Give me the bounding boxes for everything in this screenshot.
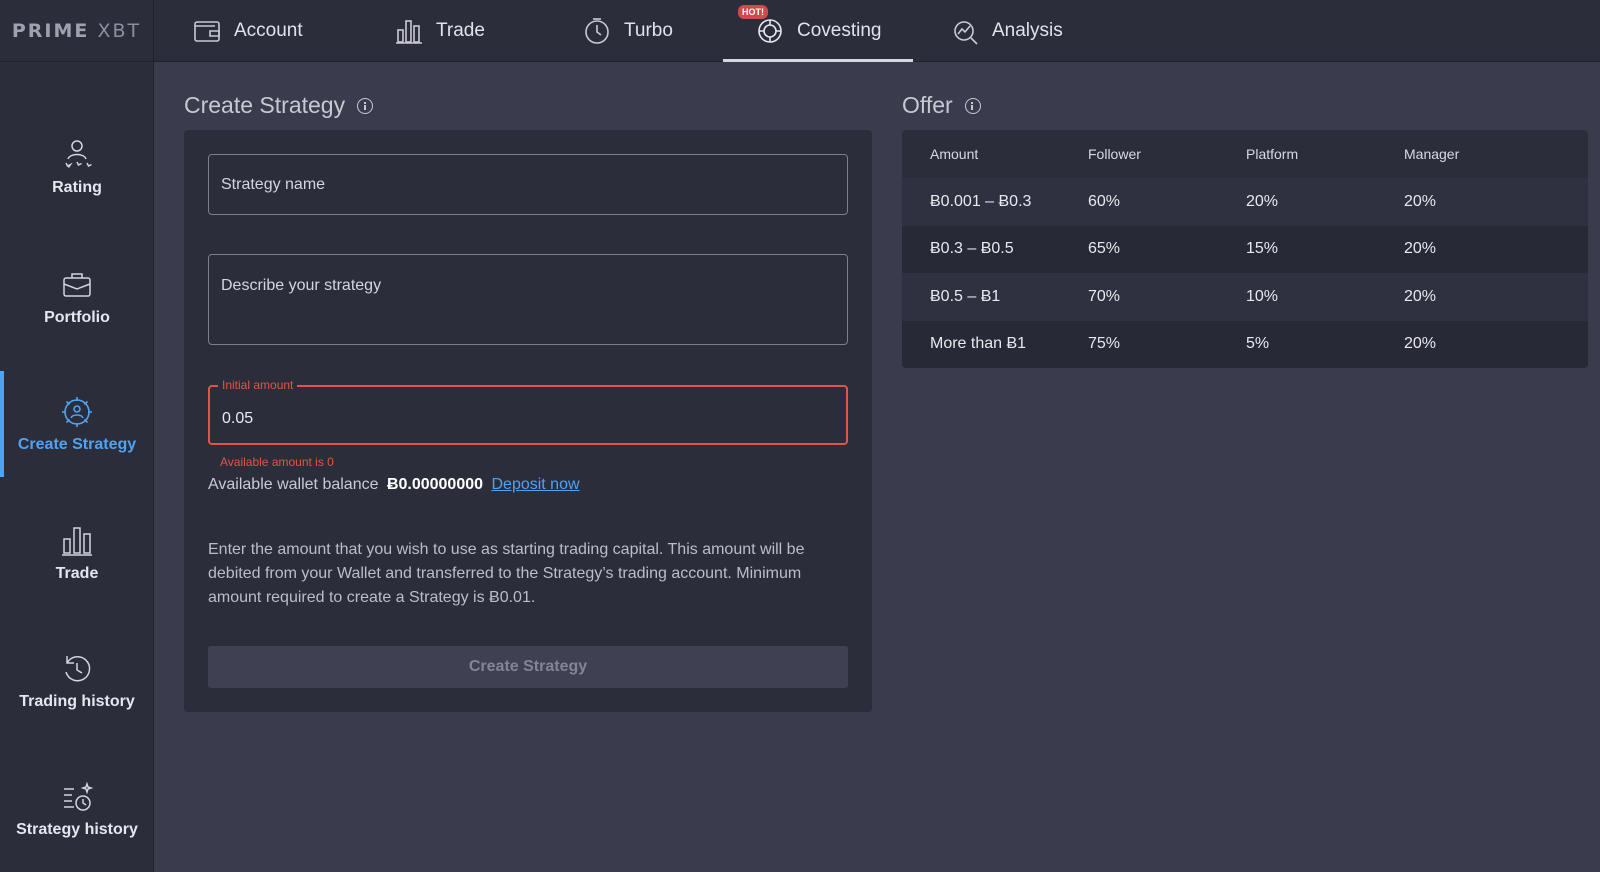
tab-account[interactable]: Account xyxy=(192,0,303,62)
wallet-balance: Available wallet balance Ƀ0.00000000 Dep… xyxy=(208,476,580,493)
deposit-now-link[interactable]: Deposit now xyxy=(491,476,579,493)
strategy-history-icon xyxy=(64,781,94,811)
strategy-name-input[interactable]: Strategy name xyxy=(208,154,848,215)
gear-user-icon xyxy=(62,397,92,427)
initial-amount-value: 0.05 xyxy=(222,410,254,427)
create-strategy-panel: Strategy name Describe your strategy Ini… xyxy=(184,130,872,712)
tab-turbo[interactable]: Turbo xyxy=(582,0,673,62)
hot-badge: HOT! xyxy=(738,5,768,19)
strategy-description-input[interactable]: Describe your strategy xyxy=(208,254,848,345)
sidebar-item-rating[interactable]: Rating xyxy=(0,114,154,220)
wallet-balance-value: Ƀ0.00000000 xyxy=(386,476,484,493)
briefcase-icon xyxy=(63,273,91,297)
create-strategy-button[interactable]: Create Strategy xyxy=(208,646,848,688)
table-row: Ƀ0.5 – Ƀ1 70% 10% 20% xyxy=(902,273,1588,321)
timer-icon xyxy=(585,18,609,44)
history-icon xyxy=(65,656,91,682)
offer-table: Amount Follower Platform Manager Ƀ0.001 … xyxy=(902,130,1588,368)
sidebar-item-portfolio[interactable]: Portfolio xyxy=(0,244,154,350)
create-strategy-title: Create Strategy xyxy=(184,92,374,119)
initial-amount-input[interactable]: Initial amount 0.05 xyxy=(208,378,848,445)
amount-error-message: Available amount is 0 xyxy=(220,455,334,469)
sidebar-item-trade[interactable]: Trade xyxy=(0,500,154,606)
sidebar-item-create-strategy[interactable]: Create Strategy xyxy=(0,371,154,477)
bar-chart-icon xyxy=(62,527,92,556)
offer-title: Offer xyxy=(902,92,981,119)
sidebar: Rating Portfolio Create Strategy Trade T… xyxy=(0,62,154,872)
covesting-icon xyxy=(758,19,782,43)
wallet-icon xyxy=(194,21,220,42)
initial-amount-label: Initial amount xyxy=(218,378,298,392)
tab-covesting[interactable]: HOT! Covesting xyxy=(723,0,913,62)
top-navigation-bar: PRIME XBT Account Trade Turbo HOT! Coves… xyxy=(0,0,1600,62)
info-icon[interactable] xyxy=(964,97,981,114)
table-row: Ƀ0.001 – Ƀ0.3 60% 20% 20% xyxy=(902,178,1588,226)
table-row: More than Ƀ1 75% 5% 20% xyxy=(902,320,1588,368)
sidebar-item-strategy-history[interactable]: Strategy history xyxy=(0,756,154,862)
analysis-icon xyxy=(954,21,978,45)
rating-icon xyxy=(65,140,92,168)
offer-table-header: Amount Follower Platform Manager xyxy=(930,146,1460,162)
amount-help-text: Enter the amount that you wish to use as… xyxy=(208,541,805,606)
sidebar-item-trading-history[interactable]: Trading history xyxy=(0,628,154,734)
tab-trade[interactable]: Trade xyxy=(394,0,485,62)
tab-analysis[interactable]: Analysis xyxy=(950,0,1063,62)
primexbt-logo[interactable]: PRIME XBT xyxy=(0,0,154,62)
info-icon[interactable] xyxy=(357,97,374,114)
bar-chart-icon xyxy=(396,20,422,44)
table-row: Ƀ0.3 – Ƀ0.5 65% 15% 20% xyxy=(902,225,1588,273)
